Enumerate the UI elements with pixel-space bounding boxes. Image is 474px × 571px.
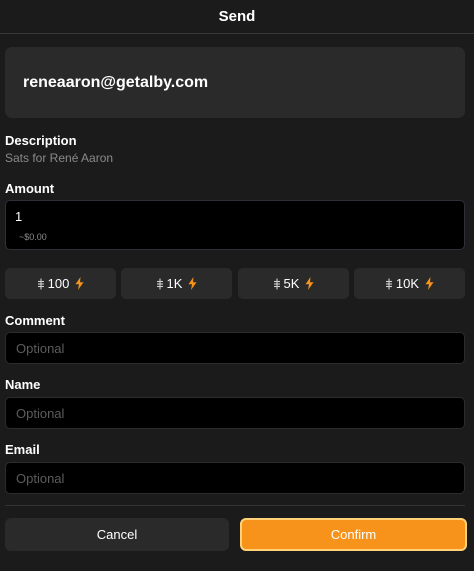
name-label: Name [5,377,41,392]
comment-input[interactable] [5,332,465,364]
lightning-icon [305,277,314,290]
lightning-icon [425,277,434,290]
email-label: Email [5,442,40,457]
satoshi-icon [385,278,392,289]
satoshi-icon [156,278,163,289]
lightning-icon [188,277,197,290]
preset-label: 1K [166,276,183,291]
dialog-header: Send [0,0,474,34]
amount-presets: 100 1K 5K 10K [5,268,465,299]
cancel-button[interactable]: Cancel [5,518,229,551]
email-input[interactable] [5,462,465,494]
recipient-card: reneaaron@getalby.com [5,47,465,118]
satoshi-icon [273,278,280,289]
confirm-button[interactable]: Confirm [240,518,467,551]
footer-divider [5,505,465,506]
preset-label: 5K [283,276,300,291]
preset-5k-button[interactable]: 5K [238,268,349,299]
amount-value: 1 [15,209,23,224]
recipient-address: reneaaron@getalby.com [23,73,209,91]
lightning-icon [75,277,84,290]
preset-1k-button[interactable]: 1K [121,268,232,299]
description-text: Sats for René Aaron [5,151,114,165]
amount-label: Amount [5,181,55,196]
amount-fiat-value: ~$0.00 [19,232,47,242]
preset-100-button[interactable]: 100 [5,268,116,299]
name-input[interactable] [5,397,465,429]
preset-label: 100 [47,276,70,291]
send-dialog: Send reneaaron@getalby.com Description S… [0,0,474,571]
amount-input[interactable]: 1 ~$0.00 [5,200,465,250]
satoshi-icon [37,278,44,289]
preset-label: 10K [395,276,420,291]
comment-label: Comment [5,313,65,328]
preset-10k-button[interactable]: 10K [354,268,465,299]
page-title: Send [218,8,256,25]
description-label: Description [5,133,77,148]
